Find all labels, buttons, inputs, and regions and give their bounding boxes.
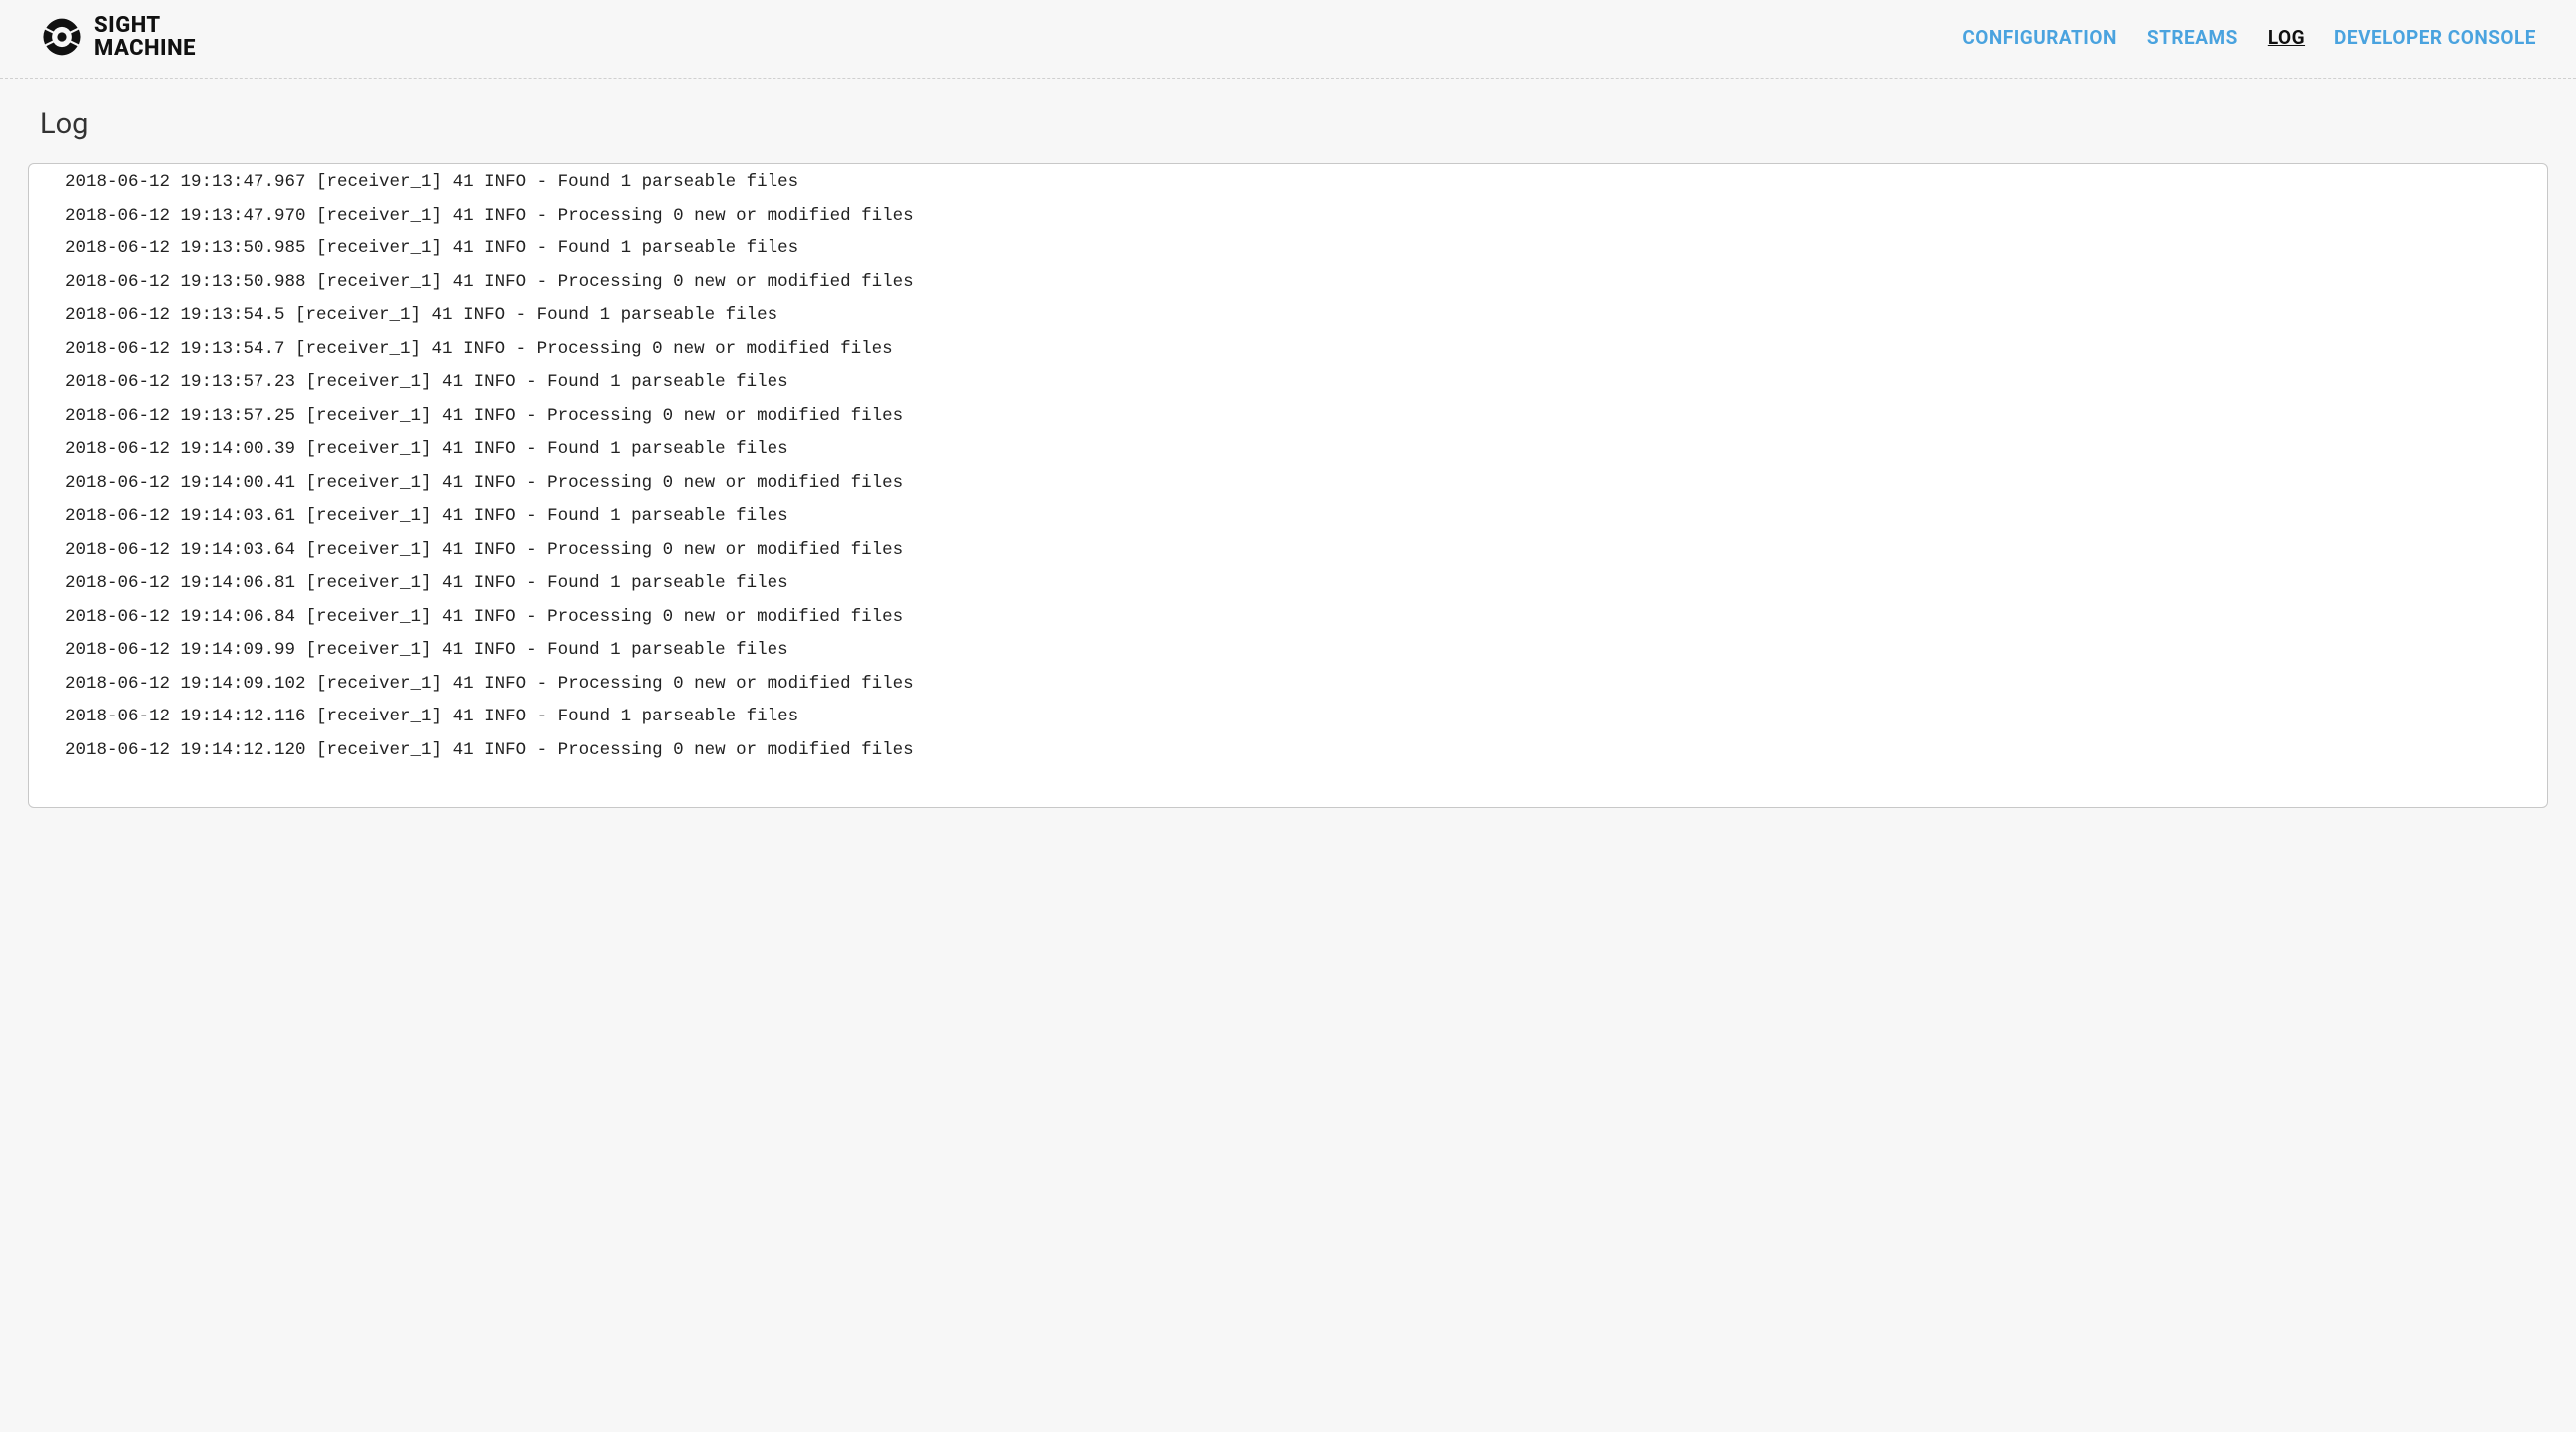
nav-link-streams[interactable]: STREAMS [2147, 26, 2238, 49]
log-line: 2018-06-12 19:14:06.84 [receiver_1] 41 I… [29, 601, 2547, 635]
nav-link-configuration[interactable]: CONFIGURATION [1962, 26, 2117, 49]
log-line: 2018-06-12 19:14:12.120 [receiver_1] 41 … [29, 734, 2547, 768]
page-title: Log [0, 79, 2576, 163]
log-line: 2018-06-12 19:13:50.988 [receiver_1] 41 … [29, 266, 2547, 300]
log-line: 2018-06-12 19:13:57.23 [receiver_1] 41 I… [29, 366, 2547, 400]
log-line: 2018-06-12 19:13:57.25 [receiver_1] 41 I… [29, 400, 2547, 434]
nav-link-log[interactable]: LOG [2268, 26, 2305, 49]
log-line: 2018-06-12 19:13:47.967 [receiver_1] 41 … [29, 166, 2547, 200]
brand-name: SIGHT MACHINE [94, 14, 196, 60]
log-line: 2018-06-12 19:14:03.64 [receiver_1] 41 I… [29, 534, 2547, 568]
log-line: 2018-06-12 19:13:54.5 [receiver_1] 41 IN… [29, 299, 2547, 333]
log-line: 2018-06-12 19:14:00.41 [receiver_1] 41 I… [29, 467, 2547, 501]
log-line: 2018-06-12 19:14:06.81 [receiver_1] 41 I… [29, 567, 2547, 601]
header-bar: SIGHT MACHINE CONFIGURATION STREAMS LOG DEV… [0, 0, 2576, 79]
log-line: 2018-06-12 19:13:54.7 [receiver_1] 41 IN… [29, 333, 2547, 367]
nav-link-developer-console[interactable]: DEVELOPER CONSOLE [2334, 26, 2536, 49]
brand-logo[interactable]: SIGHT MACHINE [40, 14, 196, 60]
log-line: 2018-06-12 19:14:09.99 [receiver_1] 41 I… [29, 634, 2547, 668]
gear-aperture-icon [40, 15, 84, 59]
brand-name-line2: MACHINE [94, 36, 196, 61]
log-line: 2018-06-12 19:13:50.985 [receiver_1] 41 … [29, 233, 2547, 266]
brand-name-line1: SIGHT [94, 13, 161, 38]
log-line: 2018-06-12 19:14:12.116 [receiver_1] 41 … [29, 701, 2547, 734]
log-line: 2018-06-12 19:13:47.970 [receiver_1] 41 … [29, 200, 2547, 234]
log-line: 2018-06-12 19:14:00.39 [receiver_1] 41 I… [29, 433, 2547, 467]
log-line: 2018-06-12 19:14:03.61 [receiver_1] 41 I… [29, 500, 2547, 534]
log-line: 2018-06-12 19:14:09.102 [receiver_1] 41 … [29, 668, 2547, 702]
log-output-panel[interactable]: 2018-06-12 19:13:47.967 [receiver_1] 41 … [28, 163, 2548, 808]
top-nav: CONFIGURATION STREAMS LOG DEVELOPER CONSOLE [1962, 26, 2536, 49]
